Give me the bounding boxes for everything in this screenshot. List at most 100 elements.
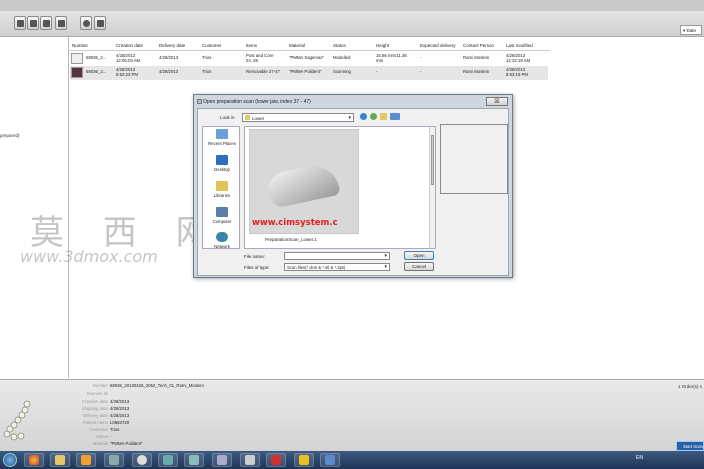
scan-button[interactable] bbox=[27, 16, 39, 30]
close-button[interactable]: ☒ bbox=[486, 97, 508, 106]
chevron-down-icon: ▾ bbox=[384, 253, 387, 259]
computer-icon bbox=[216, 207, 228, 217]
open-file-dialog: Open preparation scan (lower jaw, index … bbox=[193, 94, 513, 278]
table-header: Number Creation date Delivery date Custo… bbox=[70, 41, 550, 51]
column-delivery-date[interactable]: Delivery date bbox=[159, 43, 185, 48]
detail-value: L0663720 bbox=[110, 420, 130, 425]
sidebar-item-prepared[interactable]: prepared) bbox=[0, 133, 20, 138]
place-label: Desktop bbox=[214, 167, 230, 172]
look-in-label: Look in bbox=[220, 115, 235, 120]
taskbar-app[interactable] bbox=[266, 453, 286, 467]
main-toolbar: ▾ Date bbox=[0, 11, 704, 37]
file-name-label: File name: bbox=[244, 254, 266, 259]
order-thumbnail bbox=[71, 53, 83, 64]
file-type-label: Files of type: bbox=[244, 265, 270, 270]
scrollbar-thumb[interactable] bbox=[431, 135, 434, 185]
taskbar-app[interactable] bbox=[212, 453, 232, 467]
order-details-panel: 1 Order(s) s Number 68036_20130426_2052_… bbox=[0, 379, 704, 451]
new-order-button[interactable] bbox=[14, 16, 26, 30]
cell-number: 68036_2... bbox=[86, 69, 107, 74]
chevron-down-icon: ▾ bbox=[384, 264, 387, 270]
sidebar-item[interactable] bbox=[0, 79, 1, 84]
taskbar-app-media[interactable] bbox=[76, 453, 96, 467]
download-button[interactable] bbox=[80, 16, 92, 30]
file-item-name[interactable]: PreparationScan_Lower.1 bbox=[265, 237, 317, 242]
cell-items: Removable 37-47 bbox=[246, 69, 280, 74]
settings-button[interactable] bbox=[94, 16, 106, 30]
column-customer[interactable]: Customer bbox=[202, 43, 222, 48]
detail-label: Customer bbox=[89, 427, 108, 432]
place-desktop[interactable]: Desktop bbox=[203, 155, 241, 172]
column-number[interactable]: Number bbox=[72, 43, 88, 48]
new-folder-icon[interactable] bbox=[380, 113, 387, 120]
file-item[interactable]: www.cimsystem.c bbox=[249, 129, 359, 234]
dialog-title: Open preparation scan (lower jaw, index … bbox=[203, 99, 311, 105]
place-network[interactable]: Network bbox=[203, 232, 241, 249]
column-material[interactable]: Material bbox=[289, 43, 305, 48]
table-row[interactable]: 68036_2... 4/28/2013 8:52:23 PM 4/28/201… bbox=[70, 66, 548, 80]
view-menu-icon[interactable] bbox=[390, 113, 400, 120]
column-expected-delivery[interactable]: Expected delivery bbox=[420, 43, 456, 48]
cell-material: "PMMA Polident" bbox=[289, 69, 322, 74]
taskbar-app-chrome[interactable] bbox=[24, 453, 44, 467]
taskbar-app[interactable] bbox=[294, 453, 314, 467]
look-in-value: Lower bbox=[252, 115, 265, 121]
taskbar-app[interactable] bbox=[240, 453, 260, 467]
taskbar-app[interactable] bbox=[184, 453, 204, 467]
taskbar-app[interactable] bbox=[158, 453, 178, 467]
place-libraries[interactable]: Libraries bbox=[203, 181, 241, 198]
export-button[interactable] bbox=[55, 16, 67, 30]
file-list: www.cimsystem.c PreparationScan_Lower.1 bbox=[244, 126, 436, 249]
column-creation-date[interactable]: Creation date bbox=[116, 43, 143, 48]
libraries-icon bbox=[216, 181, 228, 191]
language-indicator[interactable]: EN bbox=[636, 455, 643, 461]
file-type-select[interactable]: Scan files(*.dcm & *.stl & *.3ps) ▾ bbox=[284, 263, 390, 271]
place-recent[interactable]: Recent Places bbox=[203, 129, 241, 146]
cell-height-2: mm bbox=[376, 58, 384, 63]
file-list-scrollbar[interactable] bbox=[429, 127, 435, 248]
place-label: Computer bbox=[212, 219, 232, 224]
dialog-app-icon bbox=[197, 99, 202, 104]
desktop-icon bbox=[216, 155, 228, 165]
cancel-button[interactable]: Cancel bbox=[404, 262, 434, 271]
preview-pane bbox=[440, 124, 508, 194]
file-name-input[interactable]: ▾ bbox=[284, 252, 390, 260]
detail-value: 4/28/2013 bbox=[110, 399, 130, 404]
look-in-select[interactable]: Lower ▾ bbox=[242, 113, 354, 122]
detail-label: Material bbox=[92, 441, 108, 446]
detail-value: "PMMA Polident" bbox=[110, 441, 143, 446]
taskbar-app[interactable] bbox=[132, 453, 152, 467]
places-bar: Recent Places Desktop Libraries Computer… bbox=[202, 126, 240, 249]
design-button[interactable] bbox=[40, 16, 52, 30]
open-button[interactable]: Open bbox=[404, 251, 434, 260]
start-button[interactable] bbox=[3, 453, 17, 467]
taskbar-app-explorer[interactable] bbox=[50, 453, 70, 467]
column-items[interactable]: Items bbox=[246, 43, 257, 48]
place-computer[interactable]: Computer bbox=[203, 207, 241, 224]
column-contact-person[interactable]: Contact Person bbox=[463, 43, 494, 48]
taskbar-app[interactable] bbox=[104, 453, 124, 467]
detail-label: Shipping date bbox=[81, 406, 108, 411]
up-folder-icon[interactable] bbox=[370, 113, 377, 120]
detail-label: Status bbox=[95, 434, 108, 439]
back-icon[interactable] bbox=[360, 113, 367, 120]
thumbnail-watermark: www.cimsystem.c bbox=[252, 218, 338, 228]
cell-creation-time: 8:52:23 PM bbox=[116, 72, 138, 77]
cell-last-modified-time: 12:32:18 AM bbox=[506, 58, 531, 63]
place-label: Network bbox=[214, 244, 230, 249]
cell-delivery-date: 4/28/2013 bbox=[159, 55, 179, 60]
detail-label: Sources ID bbox=[86, 391, 108, 396]
notification-popup[interactable]: Start Scan bbox=[676, 441, 704, 451]
detail-value: 68036_20130426_2052_Tech_01_Rami_Moslem bbox=[110, 383, 204, 388]
column-last-modified[interactable]: Last modified bbox=[506, 43, 533, 48]
cell-status: Modelled bbox=[333, 55, 351, 60]
column-status[interactable]: Status bbox=[333, 43, 346, 48]
place-label: Libraries bbox=[213, 193, 231, 198]
dental-jaw-icon bbox=[3, 400, 31, 441]
taskbar-app[interactable] bbox=[320, 453, 340, 467]
cell-material: "PMMA Sagemax" bbox=[289, 55, 325, 60]
cell-expected-delivery: - bbox=[420, 69, 422, 74]
column-height[interactable]: Height bbox=[376, 43, 389, 48]
sort-select[interactable]: ▾ Date bbox=[680, 25, 702, 35]
table-row[interactable]: 68036_2... 4/28/2013 12:06:03 AM 4/28/20… bbox=[70, 52, 548, 66]
